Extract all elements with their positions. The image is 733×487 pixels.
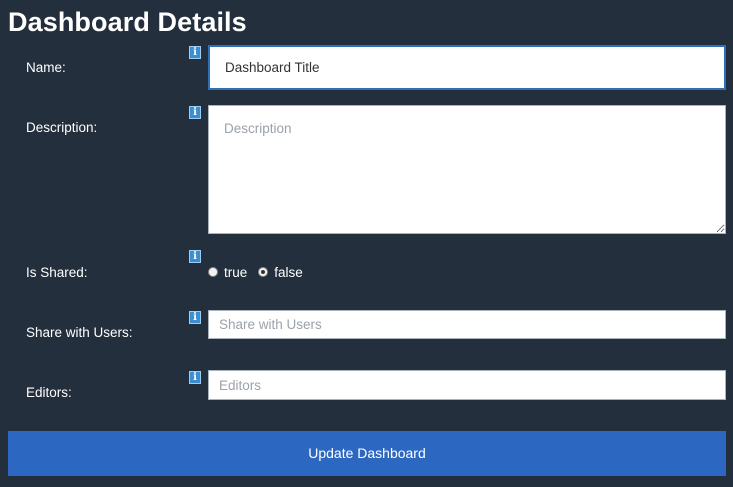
name-info-icon[interactable]: i [189,46,201,59]
is-shared-label: Is Shared: [26,265,88,280]
page-title: Dashboard Details [8,7,247,37]
is-shared-radio-group: true false [208,263,314,281]
name-input[interactable] [208,45,726,90]
radio-true-label: true [224,264,248,280]
radio-false[interactable] [258,267,269,277]
share-with-users-label: Share with Users: [26,325,133,340]
update-dashboard-button[interactable]: Update Dashboard [8,431,726,476]
share-with-users-input[interactable] [208,310,726,339]
name-label: Name: [26,60,66,75]
description-label: Description: [26,120,98,135]
editors-input[interactable] [208,370,726,400]
description-textarea[interactable] [208,105,726,234]
description-info-icon[interactable]: i [189,106,201,119]
radio-true[interactable] [208,267,218,277]
editors-info-icon[interactable]: i [189,371,201,384]
share-with-users-info-icon[interactable]: i [189,311,201,324]
radio-false-label: false [274,264,303,280]
editors-label: Editors: [26,385,72,400]
is-shared-info-icon[interactable]: i [189,250,201,263]
